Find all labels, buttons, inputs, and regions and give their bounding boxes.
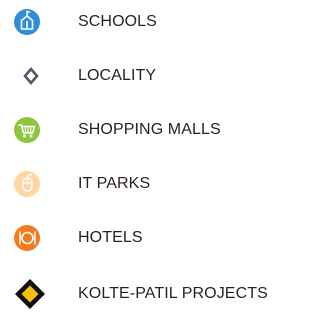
project-diamond-icon xyxy=(8,274,52,314)
hotel-plate-icon xyxy=(8,218,52,258)
legend-item-schools: SCHOOLS xyxy=(0,2,292,42)
legend-item-kolte-patil-projects: KOLTE-PATIL PROJECTS xyxy=(0,274,292,314)
legend-label-locality: LOCALITY xyxy=(78,67,157,84)
legend-label-it-parks: IT PARKS xyxy=(78,175,151,192)
legend-label-kolte-patil-projects: KOLTE-PATIL PROJECTS xyxy=(78,285,268,302)
legend-item-hotels: HOTELS xyxy=(0,218,292,258)
legend-item-shopping-malls: SHOPPING MALLS xyxy=(0,110,292,150)
shopping-cart-icon xyxy=(8,110,52,150)
mouse-icon xyxy=(8,164,52,204)
legend-label-hotels: HOTELS xyxy=(78,229,143,246)
map-legend: SCHOOLS LOCALITY SHOPPING MALLS IT PARKS… xyxy=(0,0,292,322)
legend-item-locality: LOCALITY xyxy=(0,56,292,96)
school-icon xyxy=(8,2,52,42)
legend-label-schools: SCHOOLS xyxy=(78,13,157,30)
locality-diamond-icon xyxy=(8,56,52,96)
legend-item-it-parks: IT PARKS xyxy=(0,164,292,204)
legend-label-shopping-malls: SHOPPING MALLS xyxy=(78,121,221,138)
